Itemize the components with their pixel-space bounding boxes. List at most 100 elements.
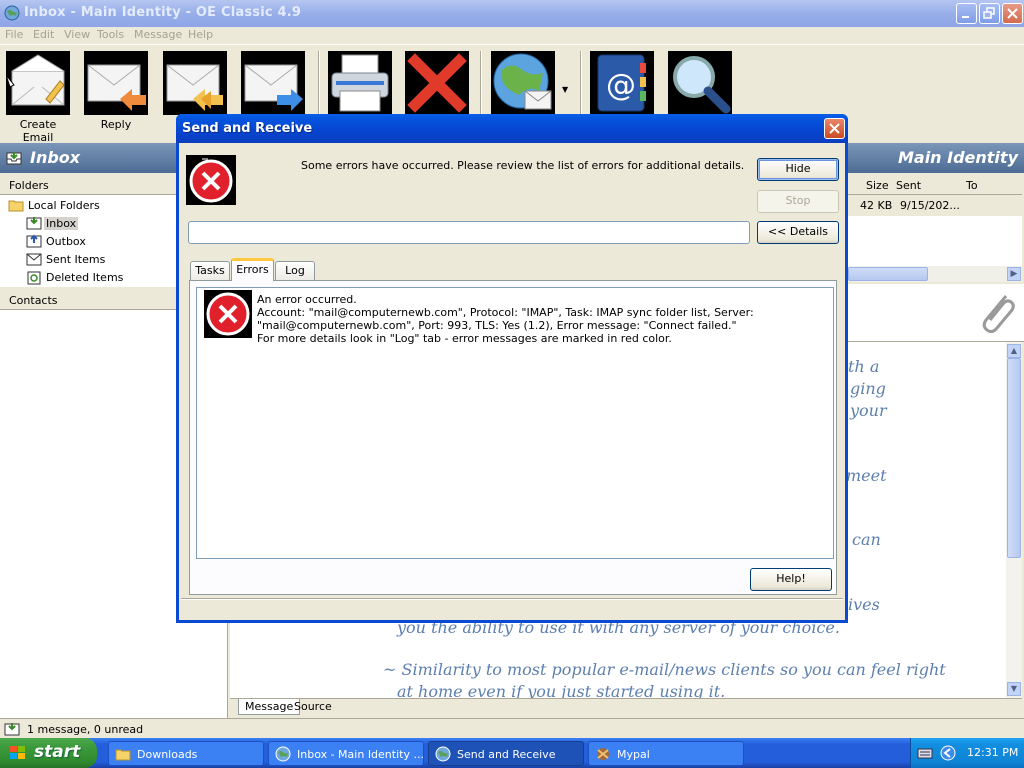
task-label: Downloads xyxy=(137,748,198,761)
menu-view[interactable]: View xyxy=(64,28,90,41)
scroll-right-icon[interactable]: ▶ xyxy=(1007,267,1021,281)
cell-size: 42 KB xyxy=(860,199,893,212)
preview-text-line: at home even if you just started using i… xyxy=(397,682,726,698)
menu-help[interactable]: Help xyxy=(188,28,213,41)
find-button[interactable] xyxy=(665,51,735,115)
reply-button[interactable]: Reply xyxy=(81,51,151,131)
send-receive-dialog: Send and Receive Some errors have occurr… xyxy=(176,114,848,623)
close-button[interactable] xyxy=(1002,3,1023,24)
menu-tools[interactable]: Tools xyxy=(97,28,124,41)
folder-icon xyxy=(8,200,24,212)
error-line: For more details look in "Log" tab - err… xyxy=(257,332,672,345)
message-list-hscrollbar[interactable]: ▶ xyxy=(848,266,1022,282)
task-label: Send and Receive xyxy=(457,748,556,761)
menu-message[interactable]: Message xyxy=(134,28,182,41)
task-mypal[interactable]: Mypal xyxy=(588,741,744,766)
menu-file[interactable]: File xyxy=(5,28,23,41)
send-receive-button[interactable] xyxy=(488,51,558,115)
task-downloads[interactable]: Downloads xyxy=(108,741,264,766)
tree-item-label: Local Folders xyxy=(28,199,100,212)
clock[interactable]: 12:31 PM xyxy=(967,746,1018,759)
oe-classic-icon xyxy=(435,746,451,762)
printer-icon xyxy=(328,51,392,115)
inbox-icon xyxy=(26,217,42,230)
system-tray: 12:31 PM xyxy=(910,738,1024,768)
globe-mail-icon xyxy=(491,51,555,115)
cell-sent: 9/15/202... xyxy=(900,199,960,212)
menu-edit[interactable]: Edit xyxy=(33,28,54,41)
error-details: An error occurred. Account: "mail@comput… xyxy=(257,293,754,345)
help-button[interactable]: Help! xyxy=(750,568,832,591)
dialog-divider xyxy=(181,598,843,600)
table-row[interactable]: 42 KB 9/15/202... xyxy=(848,196,1022,216)
reply-all-button[interactable] xyxy=(160,51,230,115)
status-text: 1 message, 0 unread xyxy=(27,723,144,736)
recycle-bin-icon xyxy=(27,271,41,285)
outbox-icon xyxy=(26,234,42,248)
error-line: An error occurred. xyxy=(257,293,357,306)
start-button[interactable]: start xyxy=(0,738,97,768)
taskbar: start Downloads Inbox - Main Identity ..… xyxy=(0,738,1024,768)
sent-items-icon xyxy=(26,253,42,266)
scroll-up-icon[interactable]: ▲ xyxy=(1007,344,1021,358)
column-sent[interactable]: Sent xyxy=(896,179,921,192)
tab-source[interactable]: Source xyxy=(288,699,338,715)
preview-text-line: ~ Similarity to most popular e-mail/news… xyxy=(383,660,946,679)
scrollbar-thumb[interactable] xyxy=(848,267,928,281)
address-book-icon: @ xyxy=(590,51,654,115)
errors-tab-panel: An error occurred. Account: "mail@comput… xyxy=(189,280,837,595)
network-icon[interactable] xyxy=(939,745,957,761)
preview-text-fragment: your xyxy=(850,401,887,420)
preview-header xyxy=(848,284,1024,342)
task-inbox[interactable]: Inbox - Main Identity ... xyxy=(268,741,424,766)
inbox-icon xyxy=(4,723,20,736)
stop-button[interactable]: Stop xyxy=(757,190,839,213)
tab-errors[interactable]: Errors xyxy=(231,258,274,281)
preview-text-fragment: th a xyxy=(848,357,880,376)
close-icon xyxy=(829,123,840,134)
mypal-icon xyxy=(597,748,609,760)
tree-item-label: Sent Items xyxy=(46,253,106,266)
preview-text-fragment: ives xyxy=(848,595,880,614)
dialog-title: Send and Receive xyxy=(182,121,313,136)
scroll-down-icon[interactable]: ▼ xyxy=(1007,682,1021,696)
reply-label: Reply xyxy=(100,118,132,131)
task-send-and-receive[interactable]: Send and Receive xyxy=(428,741,584,766)
tree-item-label: Deleted Items xyxy=(46,271,124,284)
forward-button[interactable] xyxy=(238,51,308,115)
status-bar: 1 message, 0 unread xyxy=(0,718,1024,738)
window-title: Inbox - Main Identity - OE Classic 4.9 xyxy=(24,5,302,20)
column-size[interactable]: Size xyxy=(866,179,889,192)
paperclip-icon[interactable] xyxy=(976,292,1018,336)
create-email-button[interactable]: Create Email xyxy=(3,51,73,144)
svg-text:@: @ xyxy=(606,68,636,103)
error-status-icon xyxy=(186,155,236,205)
magnifier-icon xyxy=(668,51,732,115)
dialog-close-button[interactable] xyxy=(824,118,845,139)
reply-icon xyxy=(84,51,148,115)
maximize-button[interactable] xyxy=(979,3,1000,24)
column-to[interactable]: To xyxy=(966,179,978,192)
tab-tasks[interactable]: Tasks xyxy=(190,261,230,280)
address-book-button[interactable]: @ xyxy=(587,51,657,115)
tree-item-label: Inbox xyxy=(44,217,79,230)
inbox-icon xyxy=(6,152,22,165)
main-title-bar[interactable]: Inbox - Main Identity - OE Classic 4.9 xyxy=(0,0,1024,27)
windows-flag-icon xyxy=(10,746,25,759)
print-button[interactable] xyxy=(325,51,395,115)
minimize-button[interactable] xyxy=(956,3,977,24)
error-list[interactable]: An error occurred. Account: "mail@comput… xyxy=(196,287,834,559)
delete-button[interactable] xyxy=(402,51,472,115)
tab-log[interactable]: Log xyxy=(275,261,315,280)
details-button[interactable]: << Details xyxy=(757,221,839,244)
message-list-body[interactable] xyxy=(848,216,1022,266)
scrollbar-thumb[interactable] xyxy=(1007,358,1021,558)
hide-button[interactable]: Hide xyxy=(757,158,839,181)
keyboard-icon[interactable] xyxy=(917,746,933,760)
preview-vscrollbar[interactable]: ▲ ▼ xyxy=(1006,342,1022,698)
dialog-title-bar[interactable]: Send and Receive xyxy=(176,114,848,143)
menu-bar: File Edit View Tools Message Help xyxy=(0,27,1024,44)
close-icon xyxy=(1007,8,1018,19)
send-receive-dropdown-icon[interactable]: ▼ xyxy=(562,85,568,94)
message-list-header: Size Sent To xyxy=(848,176,1022,195)
